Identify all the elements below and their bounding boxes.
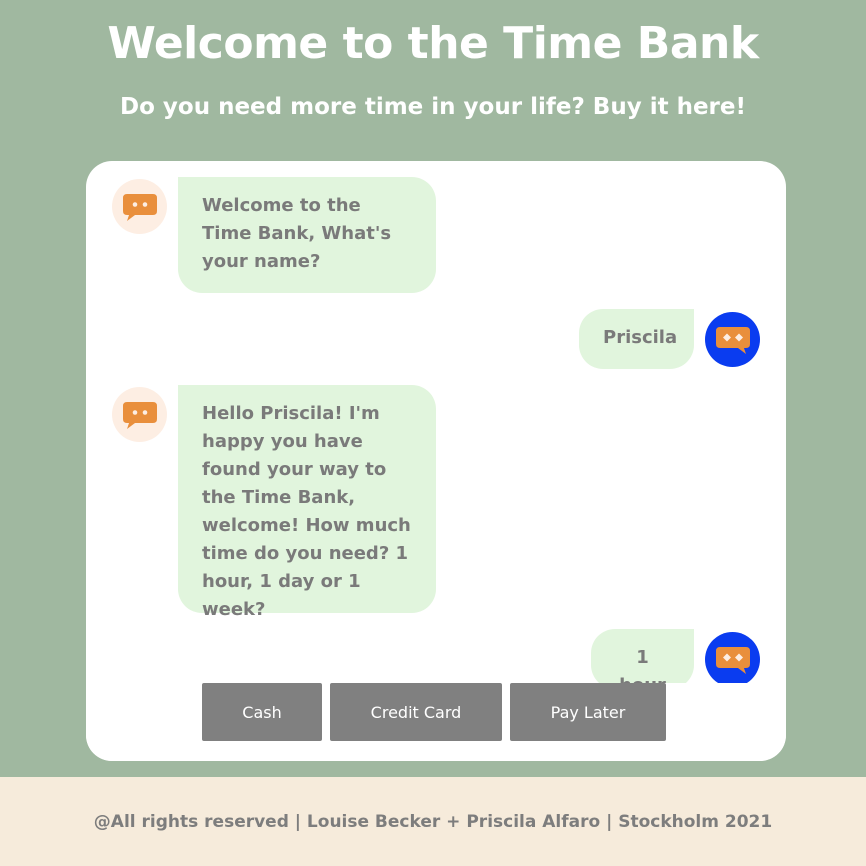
cash-button[interactable]: Cash [202,683,322,741]
user-avatar [705,312,760,367]
page-footer: @All rights reserved | Louise Becker + P… [0,777,866,866]
footer-text: @All rights reserved | Louise Becker + P… [93,811,773,832]
bot-avatar [112,179,167,234]
page-title: Welcome to the Time Bank [107,18,759,69]
credit-card-button[interactable]: Credit Card [330,683,502,741]
chat-bubble-icon [122,193,157,221]
bot-message: Welcome to the Time Bank, What's your na… [178,177,436,293]
chat-bubble-icon [715,646,750,674]
user-message: Priscila [579,309,694,369]
chat-window: Welcome to the Time Bank, What's your na… [86,161,786,761]
message-text: Welcome to the Time Bank, What's your na… [202,195,392,272]
bot-avatar [112,387,167,442]
chat-bubble-icon [122,401,157,429]
message-text: Hello Priscila! I'm happy you have found… [202,403,411,620]
page-header: Welcome to the Time Bank Do you need mor… [0,0,866,160]
page-subtitle: Do you need more time in your life? Buy … [120,94,746,120]
chat-bubble-icon [715,326,750,354]
bot-message: Hello Priscila! I'm happy you have found… [178,385,436,620]
user-message: 1 hour [591,629,694,696]
message-text: Priscila [603,327,678,348]
user-avatar [705,632,760,687]
pay-later-button[interactable]: Pay Later [510,683,666,741]
